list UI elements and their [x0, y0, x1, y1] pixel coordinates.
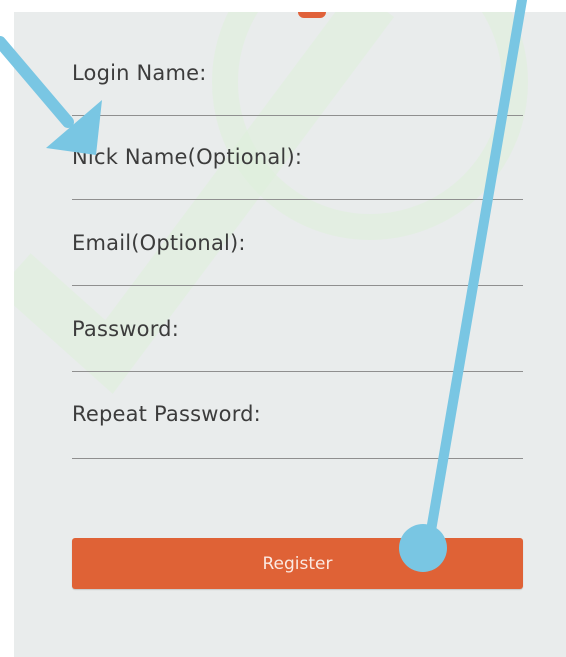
registration-form-panel: Login Name: Nick Name(Optional): Email(O…: [14, 12, 566, 657]
logo-top-mark: [298, 12, 326, 18]
login-name-label: Login Name:: [72, 61, 207, 85]
nick-name-label: Nick Name(Optional):: [72, 145, 303, 169]
registration-page: Login Name: Nick Name(Optional): Email(O…: [0, 0, 566, 657]
login-link[interactable]: [89, 648, 149, 657]
nick-name-input[interactable]: [72, 169, 523, 200]
password-input[interactable]: [72, 341, 523, 372]
email-input[interactable]: [72, 255, 523, 286]
forgot-password-link[interactable]: [336, 648, 526, 657]
repeat-password-label: Repeat Password:: [72, 402, 261, 426]
email-label: Email(Optional):: [72, 231, 246, 255]
register-button[interactable]: Register: [72, 538, 523, 589]
password-label: Password:: [72, 317, 179, 341]
login-name-input[interactable]: [72, 85, 523, 116]
repeat-password-input[interactable]: [72, 428, 523, 459]
